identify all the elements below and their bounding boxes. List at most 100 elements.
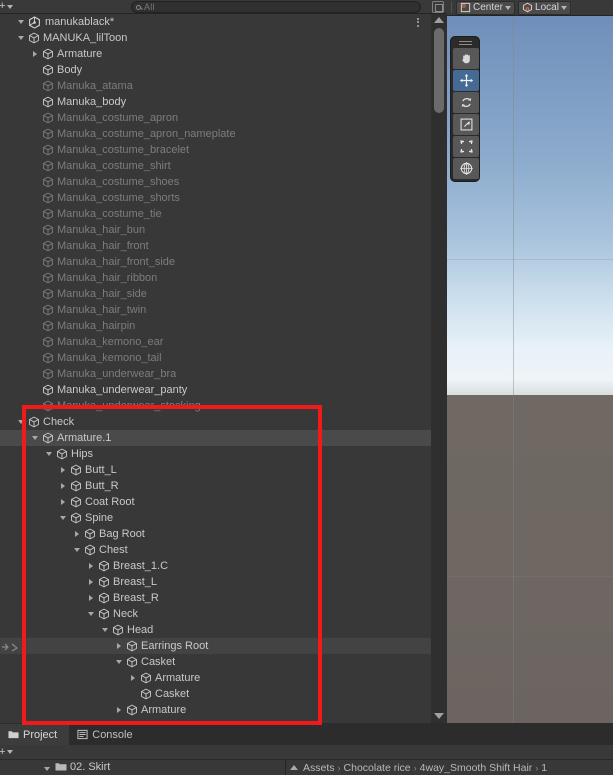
hierarchy-row[interactable]: Manuka_body: [0, 94, 431, 110]
rect-tool-icon[interactable]: [453, 136, 479, 157]
chevron-down-icon[interactable]: [58, 510, 70, 526]
hierarchy-row[interactable]: Manuka_atama: [0, 78, 431, 94]
tab-project[interactable]: Project: [0, 724, 70, 745]
scene-view-canvas[interactable]: [447, 16, 613, 723]
chevron-down-icon[interactable]: [30, 430, 42, 446]
hierarchy-row[interactable]: Coat Root: [0, 494, 431, 510]
hierarchy-row[interactable]: Manuka_hair_side: [0, 286, 431, 302]
scene-tools-overlay[interactable]: [450, 36, 480, 182]
hierarchy-row[interactable]: Casket: [0, 686, 431, 702]
chevron-down-icon[interactable]: [100, 622, 112, 638]
breadcrumb-item[interactable]: Chocolate rice: [344, 762, 411, 774]
hierarchy-row[interactable]: Earrings Root: [0, 638, 431, 654]
hierarchy-row-label: Coat Root: [85, 496, 135, 508]
chevron-down-icon[interactable]: [16, 414, 28, 430]
chevron-right-icon[interactable]: [86, 590, 98, 606]
tab-console[interactable]: Console: [69, 724, 144, 745]
rotate-tool-icon[interactable]: [453, 92, 479, 113]
hierarchy-row[interactable]: Hips: [0, 446, 431, 462]
hierarchy-row[interactable]: Butt_L: [0, 462, 431, 478]
chevron-right-icon[interactable]: [58, 462, 70, 478]
breadcrumb-up-icon[interactable]: [290, 765, 298, 770]
chevron-down-icon[interactable]: [114, 654, 126, 670]
scrollbar-thumb[interactable]: [434, 28, 444, 113]
drag-grip-icon[interactable]: [453, 39, 477, 47]
hierarchy-row[interactable]: Breast_R: [0, 590, 431, 606]
breadcrumb-item[interactable]: 4way_Smooth Shift Hair: [420, 762, 533, 774]
breadcrumb-item[interactable]: 1: [541, 762, 547, 774]
hierarchy-row[interactable]: Manuka_costume_shorts: [0, 190, 431, 206]
hierarchy-row[interactable]: Manuka_hair_twin: [0, 302, 431, 318]
handle-space-dropdown[interactable]: Local: [518, 0, 571, 15]
hierarchy-row[interactable]: Head: [0, 622, 431, 638]
chevron-down-icon[interactable]: [72, 542, 84, 558]
chevron-down-icon[interactable]: [86, 606, 98, 622]
scale-tool-icon[interactable]: [453, 114, 479, 135]
hand-tool-icon[interactable]: [453, 48, 479, 69]
hierarchy-row[interactable]: Bag Root: [0, 526, 431, 542]
hierarchy-row[interactable]: Manuka_hair_ribbon: [0, 270, 431, 286]
transform-tool-icon[interactable]: [453, 158, 479, 179]
window-layout-icon[interactable]: [432, 1, 444, 13]
hierarchy-row[interactable]: Manuka_costume_apron: [0, 110, 431, 126]
hierarchy-row[interactable]: Manuka_hair_bun: [0, 222, 431, 238]
hierarchy-row-label: Manuka_hairpin: [57, 320, 136, 332]
scroll-down-arrow[interactable]: [434, 713, 444, 719]
hierarchy-row[interactable]: Manuka_kemono_ear: [0, 334, 431, 350]
hierarchy-row[interactable]: Manuka_costume_tie: [0, 206, 431, 222]
hierarchy-row[interactable]: Casket: [0, 654, 431, 670]
hierarchy-row[interactable]: Manuka_hair_front_side: [0, 254, 431, 270]
hierarchy-row[interactable]: Manuka_costume_shoes: [0, 174, 431, 190]
kebab-menu-icon[interactable]: [413, 15, 423, 29]
hierarchy-row[interactable]: Check: [0, 414, 431, 430]
chevron-right-icon[interactable]: [128, 670, 140, 686]
chevron-right-icon[interactable]: [72, 526, 84, 542]
hierarchy-tree[interactable]: manukablack* MANUKA_lilToon Armature Body M…: [0, 14, 431, 723]
hierarchy-row[interactable]: Manuka_hairpin: [0, 318, 431, 334]
hierarchy-row[interactable]: Armature.1: [0, 430, 431, 446]
panel-resize-handle[interactable]: [0, 640, 20, 654]
chevron-right-icon[interactable]: [114, 638, 126, 654]
chevron-right-icon[interactable]: [58, 494, 70, 510]
hierarchy-row[interactable]: Manuka_costume_bracelet: [0, 142, 431, 158]
move-tool-icon[interactable]: [453, 70, 479, 91]
scroll-up-arrow[interactable]: [434, 17, 444, 23]
hierarchy-row[interactable]: Neck: [0, 606, 431, 622]
hierarchy-row[interactable]: Manuka_underwear_bra: [0, 366, 431, 382]
chevron-down-icon[interactable]: [44, 446, 56, 462]
chevron-right-icon[interactable]: [86, 558, 98, 574]
hierarchy-row[interactable]: Breast_1.C: [0, 558, 431, 574]
hierarchy-row[interactable]: Manuka_kemono_tail: [0, 350, 431, 366]
hierarchy-row[interactable]: Spine: [0, 510, 431, 526]
pivot-mode-dropdown[interactable]: Center: [456, 0, 516, 15]
hierarchy-row[interactable]: Armature: [0, 46, 431, 62]
scene-root-row[interactable]: manukablack*: [0, 14, 431, 30]
hierarchy-row[interactable]: Breast_L: [0, 574, 431, 590]
hierarchy-row[interactable]: Chest: [0, 542, 431, 558]
hierarchy-row[interactable]: Manuka_costume_shirt: [0, 158, 431, 174]
chevron-right-icon[interactable]: [58, 478, 70, 494]
chevron-right-icon[interactable]: [86, 574, 98, 590]
hierarchy-row[interactable]: Manuka_hair_front: [0, 238, 431, 254]
chevron-down-icon[interactable]: [16, 14, 28, 30]
folder-row[interactable]: 02. Skirt: [42, 761, 110, 773]
breadcrumb-item[interactable]: Assets: [303, 762, 335, 774]
hierarchy-row[interactable]: Body: [0, 62, 431, 78]
project-create-button[interactable]: +: [0, 746, 16, 759]
project-folder-tree[interactable]: 02. Skirt: [0, 760, 285, 775]
hierarchy-row[interactable]: Manuka_underwear_stocking: [0, 398, 431, 414]
hierarchy-row[interactable]: Armature: [0, 670, 431, 686]
chevron-down-icon[interactable]: [42, 761, 52, 773]
hierarchy-row[interactable]: Manuka_underwear_panty: [0, 382, 431, 398]
hierarchy-row[interactable]: Butt_R: [0, 478, 431, 494]
chevron-right-icon[interactable]: [114, 702, 126, 718]
hierarchy-row[interactable]: Manuka_costume_apron_nameplate: [0, 126, 431, 142]
chevron-right-icon[interactable]: [30, 46, 42, 62]
create-gameobject-button[interactable]: +: [0, 0, 16, 13]
hierarchy-search-input[interactable]: All: [131, 1, 421, 13]
hierarchy-scrollbar[interactable]: [431, 14, 447, 723]
chevron-down-icon[interactable]: [16, 30, 28, 46]
hierarchy-row[interactable]: MANUKA_lilToon: [0, 30, 431, 46]
hierarchy-row[interactable]: Armature: [0, 702, 431, 718]
